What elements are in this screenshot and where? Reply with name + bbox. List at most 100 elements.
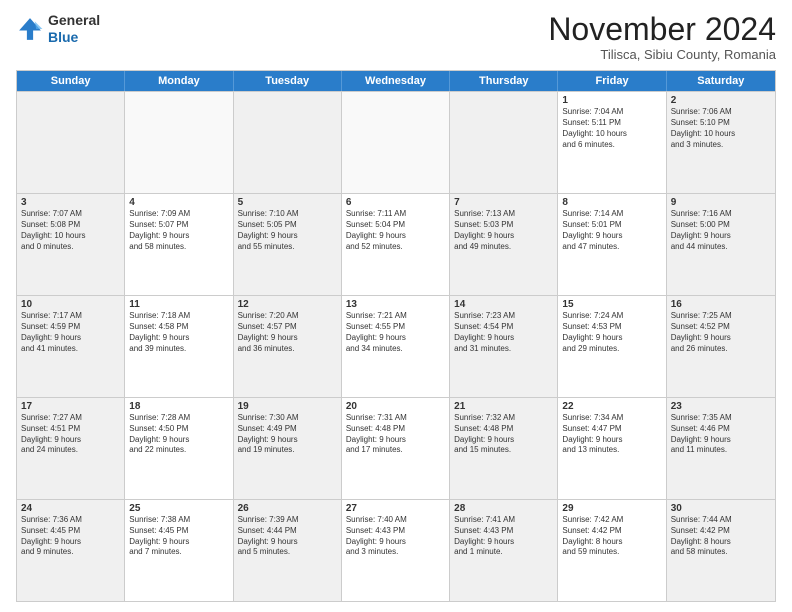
calendar-cell-11: 11Sunrise: 7:18 AM Sunset: 4:58 PM Dayli… bbox=[125, 296, 233, 397]
cell-info: Sunrise: 7:11 AM Sunset: 5:04 PM Dayligh… bbox=[346, 209, 445, 252]
calendar-cell-23: 23Sunrise: 7:35 AM Sunset: 4:46 PM Dayli… bbox=[667, 398, 775, 499]
calendar-cell-5: 5Sunrise: 7:10 AM Sunset: 5:05 PM Daylig… bbox=[234, 194, 342, 295]
page: General Blue November 2024 Tilisca, Sibi… bbox=[0, 0, 792, 612]
day-number: 13 bbox=[346, 299, 445, 310]
day-number: 15 bbox=[562, 299, 661, 310]
cell-info: Sunrise: 7:13 AM Sunset: 5:03 PM Dayligh… bbox=[454, 209, 553, 252]
calendar-cell-2: 2Sunrise: 7:06 AM Sunset: 5:10 PM Daylig… bbox=[667, 92, 775, 193]
calendar-cell-24: 24Sunrise: 7:36 AM Sunset: 4:45 PM Dayli… bbox=[17, 500, 125, 601]
cell-info: Sunrise: 7:24 AM Sunset: 4:53 PM Dayligh… bbox=[562, 311, 661, 354]
day-number: 11 bbox=[129, 299, 228, 310]
calendar-body: 1Sunrise: 7:04 AM Sunset: 5:11 PM Daylig… bbox=[17, 91, 775, 601]
calendar-cell-empty-0-1 bbox=[125, 92, 233, 193]
logo-text: General Blue bbox=[48, 12, 100, 46]
day-number: 9 bbox=[671, 197, 771, 208]
calendar-cell-4: 4Sunrise: 7:09 AM Sunset: 5:07 PM Daylig… bbox=[125, 194, 233, 295]
day-number: 24 bbox=[21, 503, 120, 514]
calendar-cell-15: 15Sunrise: 7:24 AM Sunset: 4:53 PM Dayli… bbox=[558, 296, 666, 397]
month-title: November 2024 bbox=[548, 12, 776, 47]
header-day-saturday: Saturday bbox=[667, 71, 775, 91]
day-number: 1 bbox=[562, 95, 661, 106]
cell-info: Sunrise: 7:44 AM Sunset: 4:42 PM Dayligh… bbox=[671, 515, 771, 558]
day-number: 5 bbox=[238, 197, 337, 208]
calendar-cell-28: 28Sunrise: 7:41 AM Sunset: 4:43 PM Dayli… bbox=[450, 500, 558, 601]
day-number: 3 bbox=[21, 197, 120, 208]
day-number: 7 bbox=[454, 197, 553, 208]
calendar-header: SundayMondayTuesdayWednesdayThursdayFrid… bbox=[17, 71, 775, 91]
calendar-cell-1: 1Sunrise: 7:04 AM Sunset: 5:11 PM Daylig… bbox=[558, 92, 666, 193]
day-number: 18 bbox=[129, 401, 228, 412]
header-day-sunday: Sunday bbox=[17, 71, 125, 91]
calendar-row-1: 1Sunrise: 7:04 AM Sunset: 5:11 PM Daylig… bbox=[17, 91, 775, 193]
calendar-cell-30: 30Sunrise: 7:44 AM Sunset: 4:42 PM Dayli… bbox=[667, 500, 775, 601]
cell-info: Sunrise: 7:04 AM Sunset: 5:11 PM Dayligh… bbox=[562, 107, 661, 150]
day-number: 26 bbox=[238, 503, 337, 514]
cell-info: Sunrise: 7:07 AM Sunset: 5:08 PM Dayligh… bbox=[21, 209, 120, 252]
calendar-row-3: 10Sunrise: 7:17 AM Sunset: 4:59 PM Dayli… bbox=[17, 295, 775, 397]
cell-info: Sunrise: 7:23 AM Sunset: 4:54 PM Dayligh… bbox=[454, 311, 553, 354]
cell-info: Sunrise: 7:09 AM Sunset: 5:07 PM Dayligh… bbox=[129, 209, 228, 252]
day-number: 30 bbox=[671, 503, 771, 514]
cell-info: Sunrise: 7:21 AM Sunset: 4:55 PM Dayligh… bbox=[346, 311, 445, 354]
cell-info: Sunrise: 7:32 AM Sunset: 4:48 PM Dayligh… bbox=[454, 413, 553, 456]
cell-info: Sunrise: 7:27 AM Sunset: 4:51 PM Dayligh… bbox=[21, 413, 120, 456]
calendar-cell-27: 27Sunrise: 7:40 AM Sunset: 4:43 PM Dayli… bbox=[342, 500, 450, 601]
cell-info: Sunrise: 7:34 AM Sunset: 4:47 PM Dayligh… bbox=[562, 413, 661, 456]
calendar-cell-21: 21Sunrise: 7:32 AM Sunset: 4:48 PM Dayli… bbox=[450, 398, 558, 499]
day-number: 21 bbox=[454, 401, 553, 412]
cell-info: Sunrise: 7:39 AM Sunset: 4:44 PM Dayligh… bbox=[238, 515, 337, 558]
calendar-cell-empty-0-3 bbox=[342, 92, 450, 193]
day-number: 22 bbox=[562, 401, 661, 412]
cell-info: Sunrise: 7:31 AM Sunset: 4:48 PM Dayligh… bbox=[346, 413, 445, 456]
day-number: 28 bbox=[454, 503, 553, 514]
header-day-tuesday: Tuesday bbox=[234, 71, 342, 91]
calendar-cell-19: 19Sunrise: 7:30 AM Sunset: 4:49 PM Dayli… bbox=[234, 398, 342, 499]
header-day-friday: Friday bbox=[558, 71, 666, 91]
calendar-cell-22: 22Sunrise: 7:34 AM Sunset: 4:47 PM Dayli… bbox=[558, 398, 666, 499]
logo: General Blue bbox=[16, 12, 100, 46]
calendar-cell-empty-0-4 bbox=[450, 92, 558, 193]
cell-info: Sunrise: 7:36 AM Sunset: 4:45 PM Dayligh… bbox=[21, 515, 120, 558]
day-number: 23 bbox=[671, 401, 771, 412]
calendar-cell-12: 12Sunrise: 7:20 AM Sunset: 4:57 PM Dayli… bbox=[234, 296, 342, 397]
cell-info: Sunrise: 7:17 AM Sunset: 4:59 PM Dayligh… bbox=[21, 311, 120, 354]
day-number: 12 bbox=[238, 299, 337, 310]
day-number: 17 bbox=[21, 401, 120, 412]
cell-info: Sunrise: 7:20 AM Sunset: 4:57 PM Dayligh… bbox=[238, 311, 337, 354]
day-number: 6 bbox=[346, 197, 445, 208]
logo-general: General bbox=[48, 12, 100, 29]
cell-info: Sunrise: 7:35 AM Sunset: 4:46 PM Dayligh… bbox=[671, 413, 771, 456]
title-block: November 2024 Tilisca, Sibiu County, Rom… bbox=[548, 12, 776, 62]
calendar-cell-16: 16Sunrise: 7:25 AM Sunset: 4:52 PM Dayli… bbox=[667, 296, 775, 397]
calendar-cell-empty-0-0 bbox=[17, 92, 125, 193]
day-number: 25 bbox=[129, 503, 228, 514]
day-number: 27 bbox=[346, 503, 445, 514]
calendar-row-4: 17Sunrise: 7:27 AM Sunset: 4:51 PM Dayli… bbox=[17, 397, 775, 499]
header-day-thursday: Thursday bbox=[450, 71, 558, 91]
location: Tilisca, Sibiu County, Romania bbox=[548, 47, 776, 62]
header-day-monday: Monday bbox=[125, 71, 233, 91]
logo-blue: Blue bbox=[48, 29, 100, 46]
day-number: 4 bbox=[129, 197, 228, 208]
cell-info: Sunrise: 7:16 AM Sunset: 5:00 PM Dayligh… bbox=[671, 209, 771, 252]
calendar: SundayMondayTuesdayWednesdayThursdayFrid… bbox=[16, 70, 776, 602]
day-number: 2 bbox=[671, 95, 771, 106]
cell-info: Sunrise: 7:25 AM Sunset: 4:52 PM Dayligh… bbox=[671, 311, 771, 354]
calendar-cell-14: 14Sunrise: 7:23 AM Sunset: 4:54 PM Dayli… bbox=[450, 296, 558, 397]
cell-info: Sunrise: 7:18 AM Sunset: 4:58 PM Dayligh… bbox=[129, 311, 228, 354]
cell-info: Sunrise: 7:30 AM Sunset: 4:49 PM Dayligh… bbox=[238, 413, 337, 456]
calendar-cell-29: 29Sunrise: 7:42 AM Sunset: 4:42 PM Dayli… bbox=[558, 500, 666, 601]
header: General Blue November 2024 Tilisca, Sibi… bbox=[16, 12, 776, 62]
calendar-cell-empty-0-2 bbox=[234, 92, 342, 193]
calendar-cell-3: 3Sunrise: 7:07 AM Sunset: 5:08 PM Daylig… bbox=[17, 194, 125, 295]
cell-info: Sunrise: 7:40 AM Sunset: 4:43 PM Dayligh… bbox=[346, 515, 445, 558]
cell-info: Sunrise: 7:38 AM Sunset: 4:45 PM Dayligh… bbox=[129, 515, 228, 558]
cell-info: Sunrise: 7:10 AM Sunset: 5:05 PM Dayligh… bbox=[238, 209, 337, 252]
calendar-cell-7: 7Sunrise: 7:13 AM Sunset: 5:03 PM Daylig… bbox=[450, 194, 558, 295]
calendar-cell-13: 13Sunrise: 7:21 AM Sunset: 4:55 PM Dayli… bbox=[342, 296, 450, 397]
header-day-wednesday: Wednesday bbox=[342, 71, 450, 91]
day-number: 10 bbox=[21, 299, 120, 310]
day-number: 14 bbox=[454, 299, 553, 310]
cell-info: Sunrise: 7:42 AM Sunset: 4:42 PM Dayligh… bbox=[562, 515, 661, 558]
day-number: 20 bbox=[346, 401, 445, 412]
